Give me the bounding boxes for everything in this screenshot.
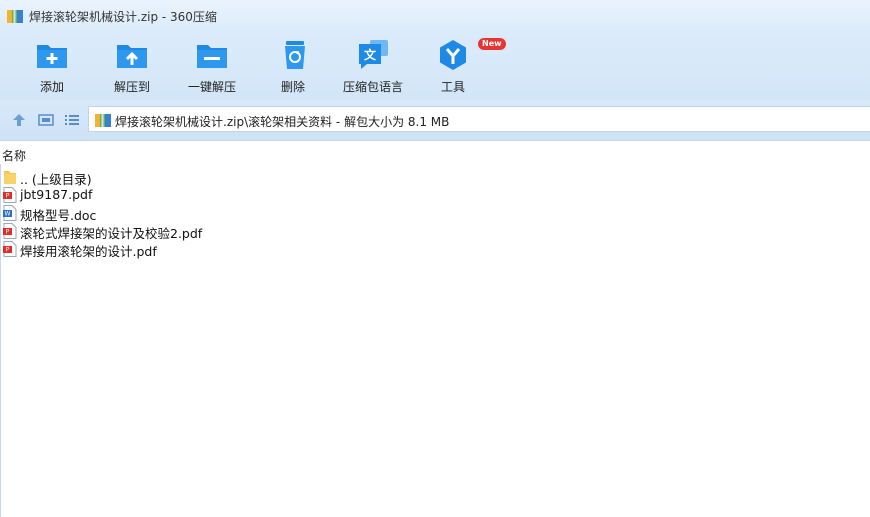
list-item[interactable]: P jbt9187.pdf (0, 186, 870, 204)
svg-text:P: P (6, 193, 10, 200)
doc-file-icon: W (3, 205, 17, 221)
archive-language-label: 压缩包语言 (342, 80, 403, 94)
delete-button[interactable]: 删除 (278, 38, 308, 96)
list-view-icon[interactable] (64, 112, 80, 128)
toolbar: 添加 解压到 一键解压 删除 文 压缩包语言 New 工具 (0, 32, 870, 100)
address-path: 焊接滚轮架机械设计.zip\滚轮架相关资料 - 解包大小为 8.1 MB (115, 115, 450, 129)
add-folder-icon (37, 45, 67, 68)
title-bar: 焊接滚轮架机械设计.zip - 360压缩 (0, 0, 870, 32)
folder-icon (4, 171, 16, 184)
extract-to-label: 解压到 (113, 80, 150, 94)
file-name: 焊接用滚轮架的设计.pdf (20, 244, 157, 259)
tools-icon (440, 40, 466, 70)
one-click-extract-label: 一键解压 (187, 80, 236, 94)
list-item[interactable]: P 滚轮式焊接架的设计及校验2.pdf (0, 222, 870, 241)
address-field[interactable]: 焊接滚轮架机械设计.zip\滚轮架相关资料 - 解包大小为 8.1 MB (88, 106, 870, 132)
new-badge: New (478, 38, 506, 50)
archive-language-button[interactable]: 文 压缩包语言 (340, 38, 406, 96)
zip-archive-icon (95, 114, 111, 127)
pdf-file-icon: P (3, 187, 17, 203)
pdf-file-icon: P (3, 241, 17, 257)
list-item-parent-folder[interactable]: .. (上级目录) (0, 168, 870, 187)
file-list: .. (上级目录) P jbt9187.pdf W 规格型号.doc P 滚轮式… (0, 168, 870, 259)
svg-text:P: P (6, 247, 10, 254)
one-click-extract-icon (197, 45, 227, 68)
tools-button[interactable]: New 工具 (436, 38, 506, 96)
column-header-name[interactable]: 名称 (2, 147, 26, 164)
pdf-file-icon: P (3, 223, 17, 239)
one-click-extract-button[interactable]: 一键解压 (185, 38, 239, 96)
up-arrow-icon[interactable] (11, 112, 27, 128)
window-title: 焊接滚轮架机械设计.zip - 360压缩 (29, 10, 217, 24)
svg-text:P: P (6, 229, 10, 236)
tools-label: 工具 (440, 80, 465, 94)
svg-text:文: 文 (364, 47, 377, 62)
file-name: jbt9187.pdf (20, 187, 93, 202)
address-bar-row: 焊接滚轮架机械设计.zip\滚轮架相关资料 - 解包大小为 8.1 MB (0, 100, 870, 141)
extract-folder-icon (117, 45, 147, 68)
recycle-bin-icon (285, 41, 305, 69)
add-label: 添加 (39, 80, 64, 94)
delete-label: 删除 (280, 80, 305, 94)
list-item[interactable]: P 焊接用滚轮架的设计.pdf (0, 240, 870, 259)
language-icon: 文 (359, 40, 388, 69)
extract-to-button[interactable]: 解压到 (112, 38, 152, 96)
svg-text:W: W (5, 211, 11, 218)
list-header: 名称 (0, 144, 870, 164)
zip-archive-icon (7, 10, 23, 23)
add-button[interactable]: 添加 (34, 38, 70, 96)
list-item[interactable]: W 规格型号.doc (0, 204, 870, 223)
thumbnail-view-icon[interactable] (38, 112, 54, 128)
